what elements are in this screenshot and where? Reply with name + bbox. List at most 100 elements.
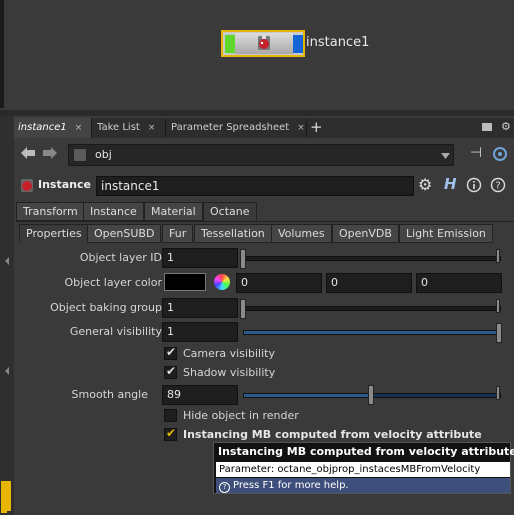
gear-icon[interactable]: ⚙ bbox=[501, 120, 511, 133]
tooltip-parameter: Parameter: octane_objprop_instacesMBFrom… bbox=[216, 462, 510, 477]
svg-text:?: ? bbox=[495, 181, 500, 192]
checkbox-label: Hide object in render bbox=[183, 409, 299, 422]
tooltip: Instancing MB computed from velocity att… bbox=[213, 442, 514, 494]
path-bar: obj ⊣ bbox=[14, 139, 514, 169]
pane-tab-take-list[interactable]: Take List × bbox=[93, 118, 166, 138]
slider-end bbox=[496, 386, 500, 400]
link-icon[interactable] bbox=[492, 146, 508, 162]
main-tab-row: Transform Instance Material Octane bbox=[16, 202, 514, 221]
slider-fill bbox=[244, 394, 370, 397]
camera-visibility-checkbox[interactable]: ✔ bbox=[164, 345, 177, 360]
tab-properties[interactable]: Properties bbox=[19, 224, 89, 243]
smooth-angle-slider-knob[interactable] bbox=[368, 385, 374, 405]
instance-node[interactable] bbox=[221, 30, 305, 57]
help-h-icon[interactable]: H bbox=[444, 175, 457, 193]
gear-icon[interactable]: ⚙ bbox=[418, 175, 432, 194]
slider-end bbox=[496, 299, 500, 313]
checkbox-label: Camera visibility bbox=[183, 347, 275, 360]
pane-tab-bar: instance1 × Take List × Parameter Spreadsh… bbox=[14, 118, 514, 138]
tooltip-help[interactable]: ? Press F1 for more help. bbox=[216, 478, 510, 493]
close-icon[interactable]: × bbox=[75, 123, 83, 133]
node-name-field[interactable]: instance1 bbox=[96, 176, 414, 196]
tab-instance[interactable]: Instance bbox=[83, 202, 144, 221]
param-label: Smooth angle bbox=[71, 388, 148, 401]
help-icon[interactable]: ? bbox=[490, 177, 506, 193]
pane-tab-instance1[interactable]: instance1 × bbox=[14, 118, 92, 138]
tab-label: Parameter Spreadsheet bbox=[171, 122, 290, 133]
check-icon: ✔ bbox=[166, 345, 177, 359]
collapse-arrow-icon[interactable] bbox=[3, 256, 11, 266]
node-render-flag[interactable] bbox=[293, 35, 303, 53]
network-icon bbox=[73, 148, 87, 162]
sub-tab-row: Properties OpenSUBD Fur Tessellation Vol… bbox=[19, 224, 514, 243]
param-label: Object layer ID bbox=[79, 251, 162, 264]
collapse-arrow-icon[interactable] bbox=[3, 366, 11, 376]
tooltip-title: Instancing MB computed from velocity att… bbox=[218, 445, 514, 458]
baking-group-slider-knob[interactable] bbox=[240, 299, 246, 319]
chevron-down-icon[interactable] bbox=[441, 153, 450, 159]
tab-octane[interactable]: Octane bbox=[203, 202, 257, 221]
general-visibility-slider[interactable] bbox=[243, 330, 501, 335]
forward-arrow-icon[interactable] bbox=[42, 146, 58, 160]
tab-transform[interactable]: Transform bbox=[16, 202, 85, 221]
baking-group-slider[interactable] bbox=[243, 306, 501, 311]
tab-material[interactable]: Material bbox=[144, 202, 203, 221]
instancing-mb-checkbox[interactable]: ✔ bbox=[164, 426, 177, 441]
pin-icon[interactable]: ⊣ bbox=[470, 145, 486, 161]
check-icon: ✔ bbox=[166, 426, 177, 440]
divider bbox=[16, 221, 514, 222]
slider-end bbox=[496, 249, 500, 263]
tab-fur[interactable]: Fur bbox=[162, 224, 194, 243]
checkbox-label: Shadow visibility bbox=[183, 366, 276, 379]
path-field[interactable]: obj bbox=[68, 144, 454, 166]
side-marker bbox=[1, 487, 7, 513]
parameter-header: Instance instance1 ⚙ H ? bbox=[14, 172, 514, 198]
check-icon: ✔ bbox=[166, 364, 177, 378]
node-label: instance1 bbox=[306, 35, 370, 50]
param-label: Object baking group bbox=[50, 301, 162, 314]
color-g-field[interactable]: 0 bbox=[326, 273, 412, 293]
color-r-field[interactable]: 0 bbox=[236, 273, 322, 293]
layer-id-field[interactable]: 1 bbox=[162, 248, 238, 268]
tooltip-help-text: Press F1 for more help. bbox=[233, 480, 349, 491]
param-label: Object layer color bbox=[64, 276, 162, 289]
tab-label: instance1 bbox=[18, 122, 67, 133]
layer-id-slider-knob[interactable] bbox=[240, 249, 246, 269]
tab-tessellation[interactable]: Tessellation bbox=[194, 224, 272, 243]
pane-tab-parameter-spreadsheet[interactable]: Parameter Spreadsheet × bbox=[167, 118, 307, 138]
back-arrow-icon[interactable] bbox=[20, 146, 36, 160]
param-label: General visibility bbox=[69, 325, 162, 338]
close-icon[interactable]: × bbox=[297, 123, 305, 133]
help-circle-icon: ? bbox=[219, 482, 230, 493]
node-display-flag[interactable] bbox=[225, 35, 235, 53]
shadow-visibility-checkbox[interactable]: ✔ bbox=[164, 364, 177, 379]
tab-label: Take List bbox=[97, 122, 140, 133]
node-type-label: Instance bbox=[38, 178, 91, 191]
hide-object-checkbox[interactable] bbox=[164, 409, 177, 422]
layer-id-slider[interactable] bbox=[243, 256, 501, 261]
tab-light-emission[interactable]: Light Emission bbox=[399, 224, 493, 243]
slider-fill bbox=[244, 331, 500, 334]
tab-opensubd[interactable]: OpenSUBD bbox=[87, 224, 162, 243]
close-icon[interactable]: × bbox=[148, 123, 156, 133]
path-value: obj bbox=[95, 148, 112, 161]
pane-edge bbox=[0, 0, 4, 108]
pane-divider[interactable] bbox=[0, 110, 514, 116]
instance-icon bbox=[21, 179, 33, 192]
color-b-field[interactable]: 0 bbox=[416, 273, 502, 293]
pane-layout-icon[interactable] bbox=[482, 123, 492, 131]
tab-volumes[interactable]: Volumes bbox=[271, 224, 332, 243]
left-strip bbox=[0, 116, 14, 515]
network-pane[interactable]: instance1 bbox=[0, 0, 514, 112]
tab-openvdb[interactable]: OpenVDB bbox=[332, 224, 399, 243]
layer-color-swatch[interactable] bbox=[164, 273, 206, 291]
info-icon[interactable] bbox=[466, 177, 482, 193]
baking-group-field[interactable]: 1 bbox=[162, 298, 238, 318]
add-tab-button[interactable]: + bbox=[310, 118, 323, 138]
checkbox-label: Instancing MB computed from velocity att… bbox=[183, 428, 482, 441]
color-wheel-icon[interactable] bbox=[214, 274, 230, 290]
general-visibility-field[interactable]: 1 bbox=[162, 322, 238, 342]
instance-node-icon bbox=[251, 35, 277, 52]
smooth-angle-field[interactable]: 89 bbox=[162, 385, 238, 405]
general-visibility-slider-knob[interactable] bbox=[496, 323, 502, 343]
